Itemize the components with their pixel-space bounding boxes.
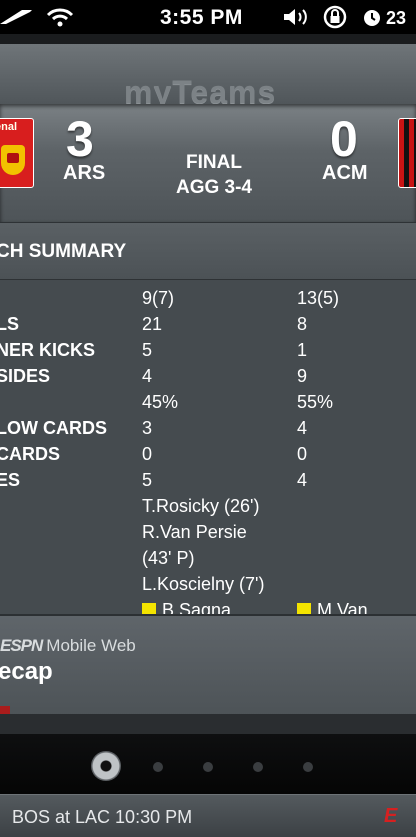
match-summary-panel[interactable]: CH SUMMARY 9(7) 13(5) LS 21 8 NER KICKS … [0, 222, 416, 614]
espn-logo: ESPN [0, 636, 43, 655]
stat-label: NER KICKS [0, 340, 96, 360]
wifi-icon [46, 8, 74, 27]
bottom-divider [0, 714, 416, 734]
section-title: CH SUMMARY [0, 241, 127, 262]
home-scorer: R.Van Persie [142, 522, 247, 542]
home-stat-value: 5 [142, 470, 153, 490]
home-score: 3 [66, 111, 94, 167]
aggregate-score: AGG 3-4 [175, 177, 253, 198]
page-dot[interactable] [153, 762, 163, 772]
home-stat-value: 9(7) [142, 288, 175, 308]
stat-label: ES [0, 470, 21, 490]
stat-row: NER KICKS 5 1 [0, 340, 416, 366]
stat-row: SIDES 4 9 [0, 366, 416, 392]
home-scorer: T.Rosicky (26') [142, 496, 260, 516]
stat-row: B.Sagna M.Van [0, 600, 416, 614]
home-stat-value: 21 [142, 314, 163, 334]
away-stat-value: 0 [297, 444, 308, 464]
stat-row: T.Rosicky (26') [0, 496, 416, 522]
battery-percent: 23 [386, 8, 407, 28]
home-scorer: (43' P) [142, 548, 195, 568]
stat-label: CARDS [0, 444, 61, 464]
page-dot-active[interactable] [91, 751, 121, 781]
page-control [0, 734, 416, 794]
away-booked-player: M.Van [317, 600, 368, 614]
recap-link[interactable]: ESPN Mobile Web ecap [0, 614, 416, 716]
home-booking: B.Sagna [142, 600, 231, 614]
stat-label: SIDES [0, 366, 51, 386]
away-stat-value: 9 [297, 366, 308, 386]
stat-row: R.Van Persie [0, 522, 416, 548]
stat-row: ES 5 4 [0, 470, 416, 496]
away-team-abbr: ACM [322, 162, 368, 184]
home-stat-value: 3 [142, 418, 153, 438]
section-header: CH SUMMARY [0, 222, 416, 280]
yellow-card-icon [297, 603, 311, 614]
away-team-logo[interactable] [398, 118, 416, 188]
away-stat-value: 55% [297, 392, 334, 412]
volume-icon [284, 9, 307, 25]
alarm-clock-icon [364, 10, 380, 26]
page-dot[interactable] [253, 762, 263, 772]
home-logo-text: enal [0, 121, 18, 133]
away-stat-value: 4 [297, 418, 308, 438]
home-stat-value: 0 [142, 444, 153, 464]
stat-label: LOW CARDS [0, 418, 107, 438]
stat-row: CARDS 0 0 [0, 444, 416, 470]
scoreboard: enal 3 ARS FINAL AGG 3-4 0 ACM [0, 104, 416, 222]
yellow-card-icon [142, 603, 156, 614]
rotation-lock-icon [323, 5, 347, 29]
home-scorer: L.Koscielny (7') [142, 574, 265, 594]
navigation-bar: myTeams [0, 44, 416, 110]
away-stat-value: 13(5) [297, 288, 340, 308]
home-booked-player: B.Sagna [162, 600, 232, 614]
stat-row: 45% 55% [0, 392, 416, 418]
recap-title: ecap [0, 658, 53, 685]
cannon-crest-icon [1, 145, 25, 175]
away-booking: M.Van [297, 600, 368, 614]
brand-suffix: Mobile Web [46, 636, 136, 655]
title-bar-gap [0, 34, 416, 44]
home-team-abbr: ARS [63, 162, 106, 184]
signal-icon [0, 10, 32, 24]
status-time: 3:55 PM [160, 6, 243, 29]
status-bar: 3:55 PM 23 [0, 0, 416, 34]
stat-row: LS 21 8 [0, 314, 416, 340]
page-dot[interactable] [303, 762, 313, 772]
stat-label: LS [0, 314, 20, 334]
away-stat-value: 4 [297, 470, 308, 490]
stat-row: LOW CARDS 3 4 [0, 418, 416, 444]
espn-badge-icon: E [384, 805, 398, 827]
score-ticker[interactable]: BOS at LAC 10:30 PM E [0, 794, 416, 837]
away-stat-value: 8 [297, 314, 308, 334]
espn-mobile-web-label: ESPN Mobile Web [0, 636, 136, 656]
home-team-logo[interactable]: enal [0, 118, 34, 188]
away-score: 0 [330, 111, 358, 167]
home-stat-value: 45% [142, 392, 179, 412]
home-stat-value: 4 [142, 366, 153, 386]
ticker-text: BOS at LAC 10:30 PM [12, 807, 193, 827]
away-stat-value: 1 [297, 340, 308, 360]
home-stat-value: 5 [142, 340, 153, 360]
stat-row: (43' P) [0, 548, 416, 574]
match-status: FINAL [186, 152, 242, 173]
page-dot[interactable] [203, 762, 213, 772]
stat-row: L.Koscielny (7') [0, 574, 416, 600]
stat-row: 9(7) 13(5) [0, 288, 416, 314]
